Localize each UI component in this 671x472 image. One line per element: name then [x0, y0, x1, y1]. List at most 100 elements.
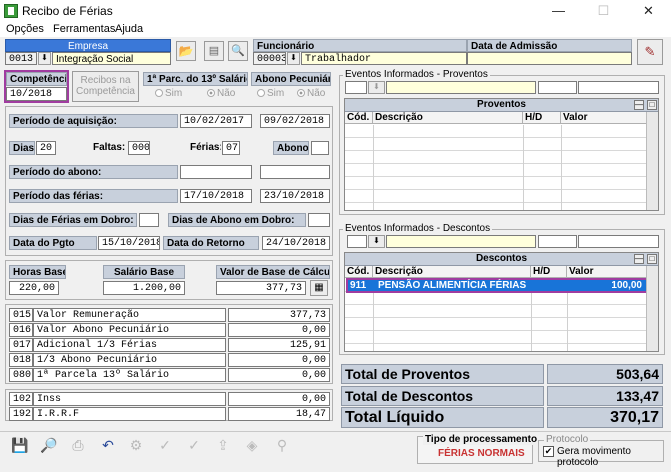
proventos-title: Proventos [345, 99, 658, 112]
proventos-rows[interactable] [345, 125, 648, 210]
empresa-label: Empresa [5, 39, 171, 52]
retorno-field[interactable]: 24/10/2018 [262, 236, 330, 250]
descontos-hd-input[interactable] [538, 235, 577, 248]
verbas-code: 017 [9, 338, 33, 352]
descontos-minimize-icon[interactable]: — [634, 254, 644, 264]
empresa-code[interactable]: 0013 [5, 52, 37, 65]
descontos-valor-input[interactable] [578, 235, 659, 248]
proventos-minimize-icon[interactable]: — [634, 100, 644, 110]
periodo-abono-to[interactable] [260, 165, 330, 179]
admissao-field[interactable] [467, 52, 632, 65]
search-icon[interactable]: 🔎 [37, 434, 61, 458]
parc13-sim-radio[interactable]: Sim [155, 88, 182, 99]
report-icon[interactable]: ▤ [204, 41, 224, 61]
competencia-field[interactable]: 10/2018 [6, 87, 67, 101]
descontos_base-desc: Inss [33, 392, 226, 406]
descontos-scrollbar[interactable] [646, 266, 658, 351]
proventos-code-input[interactable] [345, 81, 367, 94]
app-icon [4, 4, 18, 18]
tag-icon[interactable]: ◈ [240, 434, 264, 458]
descontos_base-code: 192 [9, 407, 33, 421]
user-search-icon[interactable]: ⚲ [270, 434, 294, 458]
verbas-value[interactable]: 377,73 [228, 308, 330, 322]
close-button[interactable]: ✕ [626, 0, 671, 22]
proventos-valor-input[interactable] [578, 81, 659, 94]
periodo-ferias-label: Período das férias: [9, 189, 178, 203]
processamento-label: Tipo de processamento [423, 434, 540, 445]
proventos-lookup-icon[interactable]: ⬇ [368, 81, 385, 94]
verbas-value[interactable]: 125,91 [228, 338, 330, 352]
faltas-field[interactable]: 000 [128, 141, 150, 155]
verbas-value[interactable]: 0,00 [228, 323, 330, 337]
maximize-button[interactable]: ☐ [581, 0, 626, 22]
verbas-value[interactable]: 0,00 [228, 368, 330, 382]
undo-icon[interactable]: ↶ [96, 434, 120, 458]
print-icon[interactable]: ⎙ [66, 434, 90, 458]
proventos-maximize-icon[interactable]: □ [647, 100, 657, 110]
recibos-competencia-button[interactable]: Recibos na Competência [72, 71, 139, 102]
protocolo-check-label[interactable]: Gera movimento protocolo [557, 446, 671, 468]
parc13-nao-radio[interactable]: Não [207, 88, 235, 99]
descontos-col-cod: Cód. [345, 266, 373, 278]
save-icon[interactable]: 💾 [8, 434, 32, 458]
export-icon[interactable]: ⇪ [211, 434, 235, 458]
descontos_base-code: 102 [9, 392, 33, 406]
funcionario-name[interactable]: Trabalhador [301, 52, 467, 65]
aquisicao-to[interactable]: 09/02/2018 [260, 114, 330, 128]
empresa-name[interactable]: Integração Social [52, 52, 171, 65]
menu-ajuda[interactable]: Ajuda [115, 23, 143, 35]
settings-icon[interactable]: ⚙ [124, 434, 148, 458]
descontos-code-input[interactable] [347, 235, 367, 248]
total-proventos-value: 503,64 [547, 364, 663, 384]
check-icon[interactable]: ✓ [153, 434, 177, 458]
verbas-value[interactable]: 0,00 [228, 353, 330, 367]
proventos-col-hd: H/D [523, 112, 561, 124]
protocolo-label: Protocolo [544, 434, 591, 445]
menu-opcoes[interactable]: Opções [6, 23, 44, 35]
proventos-scrollbar[interactable] [646, 112, 658, 210]
verbas-desc: Valor Remuneração [33, 308, 226, 322]
ferias-dobro-field[interactable] [139, 213, 159, 227]
abono-dias-field[interactable] [311, 141, 329, 155]
abono-dobro-field[interactable] [308, 213, 330, 227]
funcionario-code[interactable]: 00003 [253, 52, 286, 65]
menu-ferramentas[interactable]: Ferramentas [53, 23, 115, 35]
proventos-hd-input[interactable] [538, 81, 577, 94]
abono-dobro-label: Dias de Abono em Dobro: [168, 213, 306, 227]
calendar-tool-icon[interactable]: ✎ [637, 39, 663, 65]
empresa-lookup-icon[interactable]: ⬇ [38, 52, 51, 65]
descontos_base-value[interactable]: 0,00 [228, 392, 330, 406]
horas-base-field[interactable]: 220,00 [9, 281, 59, 295]
pgto-field[interactable]: 15/10/2018 [98, 236, 160, 250]
salario-base-field[interactable]: 1.200,00 [103, 281, 185, 295]
competencia-label: Competência [6, 72, 67, 86]
ferias-field[interactable]: 07 [222, 141, 240, 155]
aquisicao-label: Período de aquisição: [9, 114, 178, 128]
descontos-lookup-icon[interactable]: ⬇ [368, 235, 385, 248]
desconto-row-selected[interactable]: 911 PENSÃO ALIMENTÍCIA FÉRIAS 100,00 [346, 278, 648, 293]
periodo-ferias-to[interactable]: 23/10/2018 [260, 189, 330, 203]
minimize-button[interactable]: — [536, 0, 581, 22]
descontos-maximize-icon[interactable]: □ [647, 254, 657, 264]
calculator-icon[interactable]: ▦ [310, 280, 328, 296]
periodo-abono-from[interactable] [180, 165, 252, 179]
search-doc-icon[interactable]: 🔍 [228, 41, 248, 61]
aquisicao-from[interactable]: 10/02/2017 [180, 114, 252, 128]
descontos-desc-input[interactable] [386, 235, 536, 248]
funcionario-lookup-icon[interactable]: ⬇ [287, 52, 300, 65]
protocolo-checkbox[interactable]: ✔ [543, 446, 554, 457]
proventos-desc-input[interactable] [386, 81, 536, 94]
descontos_base-value[interactable]: 18,47 [228, 407, 330, 421]
total-liquido-label: Total Líquido [341, 407, 544, 428]
horas-base-label: Horas Base [9, 265, 66, 279]
confirm-icon[interactable]: ✓ [182, 434, 206, 458]
abono-nao-radio[interactable]: Não [297, 88, 325, 99]
verbas-desc: 1ª Parcela 13º Salário [33, 368, 226, 382]
valor-base-field[interactable]: 377,73 [216, 281, 306, 295]
total-proventos-label: Total de Proventos [341, 364, 544, 384]
descontos-title: Descontos [345, 253, 658, 266]
folder-open-icon[interactable]: 📂 [176, 41, 196, 61]
dias-field[interactable]: 20 [36, 141, 56, 155]
periodo-ferias-from[interactable]: 17/10/2018 [180, 189, 252, 203]
abono-sim-radio[interactable]: Sim [257, 88, 284, 99]
